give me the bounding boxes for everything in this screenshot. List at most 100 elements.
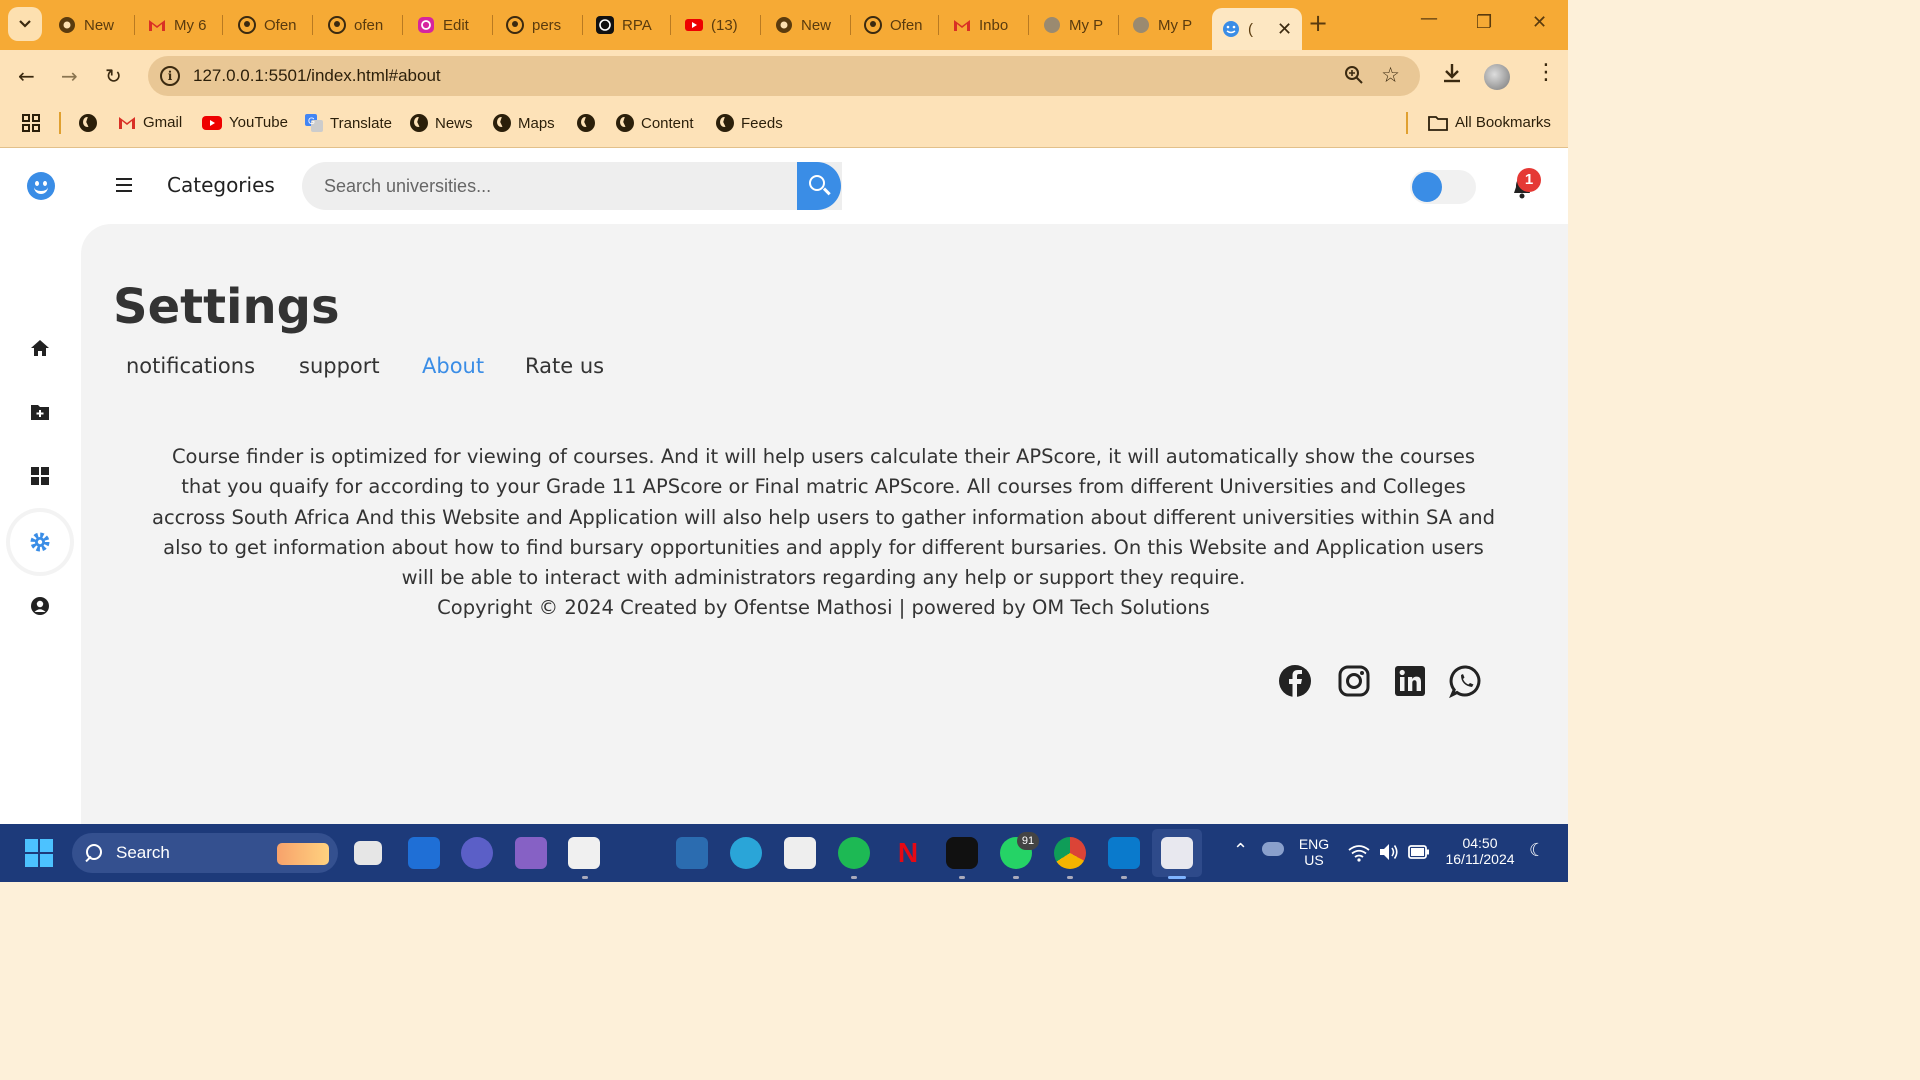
bookmark-youtube[interactable]: YouTube (202, 114, 288, 131)
browser-tab[interactable]: Ofen (238, 8, 297, 42)
battery-icon[interactable] (1408, 844, 1430, 860)
browser-tab[interactable]: RPA (596, 8, 652, 42)
url-text[interactable]: 127.0.0.1:5501/index.html#about (193, 66, 441, 86)
calendar-app-icon[interactable] (784, 837, 816, 869)
wifi-icon[interactable] (1348, 844, 1370, 862)
sidebar-item-home[interactable] (18, 326, 62, 370)
sidebar-item-settings[interactable] (10, 512, 70, 572)
omnibox[interactable]: i 127.0.0.1:5501/index.html#about ☆ (148, 56, 1420, 96)
all-bookmarks[interactable]: All Bookmarks (1428, 114, 1551, 131)
new-tab-icon[interactable]: + (1308, 9, 1328, 37)
browser-tab[interactable]: Edit (417, 8, 469, 42)
volume-icon[interactable] (1378, 842, 1400, 862)
browser-tab[interactable]: (13) (685, 8, 738, 42)
browser-tab[interactable]: Ofen (864, 8, 923, 42)
search-input[interactable] (302, 162, 797, 210)
windows-start-icon[interactable] (25, 839, 53, 867)
minimize-icon[interactable]: — (1420, 8, 1438, 29)
tab-rate-us[interactable]: Rate us (525, 354, 604, 378)
task-view-icon[interactable] (354, 841, 382, 865)
browser-tab[interactable]: My 6 (148, 8, 207, 42)
tab-support[interactable]: support (299, 354, 380, 378)
bookmark-star-icon[interactable]: ☆ (1381, 63, 1400, 87)
bookmark-feeds[interactable]: Feeds (716, 114, 783, 132)
language-indicator[interactable]: ENG US (1296, 836, 1332, 868)
linkedin-icon[interactable] (1393, 664, 1427, 698)
tab-label: My P (1158, 16, 1193, 34)
sidebar-item-dashboard[interactable] (18, 454, 62, 498)
onedrive-icon[interactable] (1262, 842, 1284, 856)
tab-close-icon[interactable]: ✕ (1277, 19, 1292, 40)
gear-icon (30, 532, 50, 552)
youtube-icon (685, 19, 703, 31)
sidebar-item-profile[interactable] (18, 584, 62, 628)
browser-menu-icon[interactable]: ⋮ (1535, 60, 1557, 85)
forward-arrow-icon[interactable]: → (61, 64, 78, 88)
taskbar-search-label: Search (116, 843, 170, 862)
globe-icon (1044, 17, 1060, 33)
youtube-icon (202, 115, 222, 130)
tab-label: My 6 (174, 16, 207, 34)
whatsapp-icon[interactable] (1449, 664, 1483, 698)
facebook-icon[interactable] (1278, 664, 1312, 698)
profile-avatar[interactable] (1484, 64, 1510, 90)
snipping-tool-icon[interactable] (1161, 837, 1193, 869)
site-logo[interactable] (27, 172, 55, 200)
netflix-icon[interactable]: N (892, 837, 924, 869)
site-info-icon[interactable]: i (160, 66, 180, 86)
address-bar-row: ← → ↻ i 127.0.0.1:5501/index.html#about … (0, 50, 1568, 102)
teams-icon[interactable] (461, 837, 493, 869)
tiktok-icon[interactable] (946, 837, 978, 869)
browser-tab-active[interactable]: ( ✕ (1212, 8, 1303, 50)
browser-tab[interactable]: Inbo (953, 8, 1008, 42)
microsoft-store-icon[interactable] (568, 837, 600, 869)
bookmark-gmail[interactable]: Gmail (118, 114, 182, 131)
visual-studio-icon[interactable] (515, 837, 547, 869)
clock[interactable]: 04:50 16/11/2024 (1440, 835, 1520, 867)
chrome-icon[interactable] (1054, 837, 1086, 869)
bookmark-translate[interactable]: G Translate (305, 114, 392, 132)
sidebar-item-add-folder[interactable] (18, 390, 62, 434)
download-icon[interactable] (1441, 62, 1463, 89)
browser-tab[interactable]: New (775, 8, 831, 42)
about-description: Course finder is optimized for viewing o… (152, 445, 1495, 590)
bookmark-globe[interactable] (79, 114, 97, 132)
tab-search-button[interactable] (8, 7, 42, 41)
instagram-icon[interactable] (1337, 664, 1371, 698)
close-window-icon[interactable]: ✕ (1532, 12, 1547, 33)
tab-about[interactable]: About (422, 354, 484, 378)
tab-label: ofen (354, 16, 384, 34)
edge-icon[interactable] (730, 837, 762, 869)
browser-tab[interactable]: New (58, 8, 114, 42)
bookmark-label: News (435, 114, 473, 132)
settings-panel: Settings notifications support About Rat… (81, 224, 1568, 824)
gmail-icon (954, 20, 970, 31)
apps-grid-icon[interactable] (22, 114, 40, 132)
categories-label[interactable]: Categories (167, 173, 275, 197)
reload-icon[interactable]: ↻ (105, 64, 122, 88)
moon-icon[interactable]: ☾ (1529, 840, 1545, 861)
smiley-icon (1223, 21, 1239, 37)
tab-notifications[interactable]: notifications (126, 354, 255, 378)
browser-tab[interactable]: pers (506, 8, 561, 42)
tab-label: Edit (443, 16, 469, 34)
spotify-icon[interactable] (838, 837, 870, 869)
browser-tab[interactable]: My P (1132, 8, 1192, 42)
globe-icon (493, 114, 511, 132)
vscode-icon[interactable] (1108, 837, 1140, 869)
bookmark-news[interactable]: News (410, 114, 473, 132)
bookmark-content[interactable]: Content (616, 114, 694, 132)
browser-tab[interactable]: My P (1043, 8, 1103, 42)
chevron-up-icon[interactable]: ⌃ (1233, 840, 1248, 861)
widgets-icon[interactable] (408, 837, 440, 869)
taskbar-search[interactable]: Search (72, 833, 338, 873)
back-arrow-icon[interactable]: ← (18, 64, 35, 88)
restore-icon[interactable]: ❐ (1476, 12, 1492, 33)
zoom-icon[interactable] (1344, 65, 1364, 90)
app-icon[interactable] (676, 837, 708, 869)
hamburger-menu-icon[interactable] (116, 178, 132, 192)
bookmark-globe[interactable] (577, 114, 595, 132)
browser-tab[interactable]: ofen (328, 8, 383, 42)
theme-toggle[interactable] (1410, 170, 1476, 204)
bookmark-maps[interactable]: Maps (493, 114, 555, 132)
